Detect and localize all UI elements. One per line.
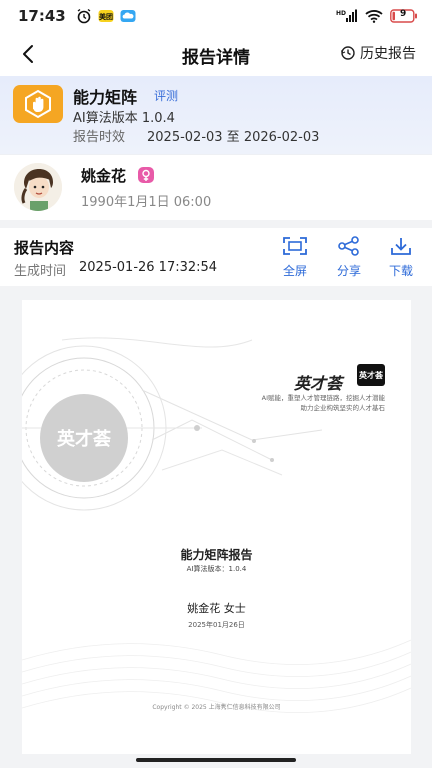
doc-copyright: Copyright © 2025 上海隽仁信息科技有限公司 bbox=[152, 704, 281, 711]
person-name: 姚金花 bbox=[81, 167, 127, 185]
algo-version: AI算法版本 1.0.4 bbox=[73, 111, 175, 126]
doc-date: 2025年01月26日 bbox=[188, 621, 245, 629]
fullscreen-label: 全屏 bbox=[282, 264, 307, 278]
doc-brand-logo: 英才荟 bbox=[357, 364, 385, 386]
female-icon bbox=[138, 167, 154, 187]
doc-report-title: 能力矩阵报告 bbox=[180, 548, 253, 562]
status-bar: 17:43 美团 HD 9 bbox=[0, 0, 432, 32]
report-document-page[interactable]: 英才荟 英才荟 英才荟 AI赋能，重塑人才管理链路，挖掘人才潜能 助力企业构筑坚… bbox=[22, 300, 411, 754]
content-title: 报告内容 bbox=[14, 239, 75, 257]
app-notification-icon: 美团 bbox=[98, 9, 114, 23]
doc-algo-version: AI算法版本：1.0.4 bbox=[186, 565, 247, 573]
download-button[interactable]: 下载 bbox=[389, 236, 413, 279]
status-right: HD 9 bbox=[336, 9, 418, 23]
fullscreen-icon bbox=[283, 237, 307, 255]
person-card: 姚金花 1990年1月1日 06:00 bbox=[0, 154, 432, 220]
history-report-label: 历史报告 bbox=[360, 46, 416, 62]
doc-slogan-line2: 助力企业构筑坚实的人才基石 bbox=[300, 404, 386, 412]
svg-text:美团: 美团 bbox=[99, 12, 113, 21]
report-name: 能力矩阵 bbox=[73, 88, 138, 107]
history-icon bbox=[340, 46, 355, 60]
hand-badge-icon bbox=[25, 89, 51, 119]
share-label: 分享 bbox=[337, 264, 362, 278]
report-logo bbox=[13, 85, 63, 123]
home-indicator[interactable] bbox=[136, 758, 296, 762]
history-report-button[interactable]: 历史报告 bbox=[340, 43, 416, 63]
doc-slogan-line1: AI赋能，重塑人才管理链路，挖掘人才潜能 bbox=[261, 394, 385, 402]
status-time: 17:43 bbox=[18, 7, 66, 25]
person-birth: 1990年1月1日 06:00 bbox=[81, 195, 212, 210]
eval-tag: 评测 bbox=[154, 89, 179, 103]
battery-level: 9 bbox=[400, 9, 407, 19]
battery-icon: 9 bbox=[390, 9, 418, 23]
validity-label: 报告时效 bbox=[73, 130, 126, 145]
report-preview-area[interactable]: 英才荟 英才荟 英才荟 AI赋能，重塑人才管理链路，挖掘人才潜能 助力企业构筑坚… bbox=[0, 288, 432, 754]
avatar bbox=[14, 163, 62, 211]
download-label: 下载 bbox=[389, 264, 414, 278]
generated-time-value: 2025-01-26 17:32:54 bbox=[79, 260, 218, 275]
validity-value: 2025-02-03 至 2026-02-03 bbox=[147, 130, 320, 145]
cloud-icon bbox=[120, 9, 136, 23]
signal-icon: HD bbox=[336, 9, 358, 23]
alarm-icon bbox=[76, 8, 92, 24]
share-icon bbox=[338, 236, 359, 256]
nav-bar: 报告详情 历史报告 bbox=[0, 32, 432, 76]
generated-time-label: 生成时间 bbox=[14, 264, 67, 279]
doc-brand-name: 英才荟 bbox=[294, 374, 343, 393]
tech-background-graphic bbox=[22, 337, 411, 713]
report-info-card: 能力矩阵 评测 AI算法版本 1.0.4 报告时效 2025-02-03 至 2… bbox=[0, 76, 432, 154]
share-button[interactable]: 分享 bbox=[337, 236, 361, 279]
watermark-logo: 英才荟 bbox=[40, 394, 128, 482]
fullscreen-button[interactable]: 全屏 bbox=[282, 236, 308, 279]
svg-text:HD: HD bbox=[336, 10, 346, 17]
wifi-icon bbox=[365, 9, 383, 23]
download-icon bbox=[391, 238, 411, 255]
status-left: 17:43 美团 bbox=[18, 7, 136, 25]
doc-person-name: 姚金花 女士 bbox=[187, 602, 246, 615]
report-content-header: 报告内容 生成时间 2025-01-26 17:32:54 全屏 分享 下载 bbox=[0, 228, 432, 286]
